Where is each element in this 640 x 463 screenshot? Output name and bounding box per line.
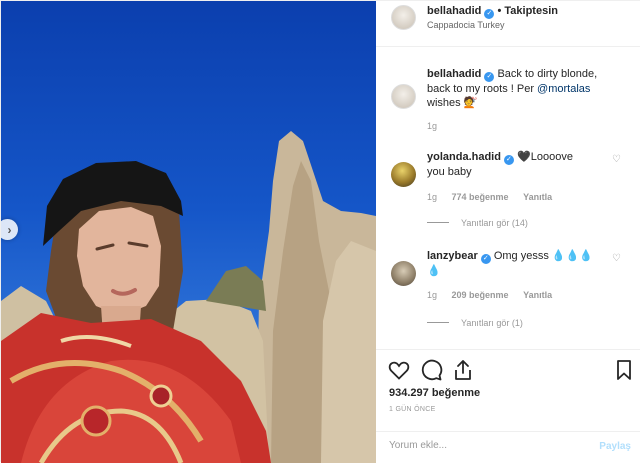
heart-icon[interactable] — [387, 358, 411, 382]
share-icon[interactable] — [451, 358, 475, 382]
comment-username[interactable]: yolanda.hadid — [427, 151, 501, 163]
next-arrow-icon: › — [7, 222, 12, 237]
comment-text-2: you baby — [427, 166, 472, 178]
caption-avatar[interactable] — [391, 84, 416, 109]
comment-meta: 1g 774 beğenme Yanıtla — [427, 192, 552, 202]
comment-input[interactable] — [389, 440, 589, 451]
comment-text-2: 💧 — [427, 265, 441, 277]
caption-mention-link[interactable]: @mortalas — [537, 83, 590, 95]
comment-likes[interactable]: 209 beğenme — [452, 290, 509, 300]
verified-badge-icon: ✓ — [484, 9, 495, 19]
comment-age: 1g — [427, 192, 438, 202]
comment-icon[interactable] — [419, 358, 443, 382]
header-separator: • — [497, 5, 502, 17]
caption-text-2: back to my roots ! Per — [427, 83, 534, 95]
side-panel: bellahadid ✓ • Takiptesin Cappadocia Turk… — [376, 1, 640, 463]
header-username[interactable]: bellahadid — [427, 5, 481, 17]
avatar[interactable] — [391, 5, 416, 30]
view-replies-label: Yanıtları gör (14) — [461, 218, 528, 228]
view-replies-button[interactable]: Yanıtları gör (1) — [427, 318, 523, 328]
post-comment-button[interactable]: Paylaş — [599, 441, 631, 452]
comment-text-1: 🖤Loooove — [517, 151, 573, 163]
comment-username[interactable]: lanzybear — [427, 250, 478, 262]
caption-username[interactable]: bellahadid — [427, 68, 481, 80]
comment-like-heart-icon[interactable]: ♡ — [612, 253, 621, 264]
verified-badge-icon: ✓ — [480, 254, 491, 264]
post-time: 1 GÜN ÖNCE — [389, 406, 436, 413]
post-container: › bellahadid ✓ • Takiptesin Cappadocia Tu… — [0, 0, 640, 463]
caption-text-3: wishes — [427, 97, 461, 109]
comment-like-heart-icon[interactable]: ♡ — [612, 154, 621, 165]
view-replies-button[interactable]: Yanıtları gör (14) — [427, 218, 528, 228]
reply-button[interactable]: Yanıtla — [523, 192, 552, 202]
comment-avatar[interactable] — [391, 261, 416, 286]
replies-line — [427, 222, 449, 223]
comment-item: lanzybear ✓ Omg yesss 💧💧💧 💧 — [427, 249, 607, 278]
comment-form: Paylaş — [376, 431, 640, 463]
caption-text-1: Back to dirty blonde, — [497, 68, 598, 80]
comment-item: yolanda.hadid ✓ 🖤Loooove you baby — [427, 150, 607, 179]
replies-line — [427, 322, 449, 323]
comment-meta: 1g 209 beğenme Yanıtla — [427, 290, 552, 300]
comment-likes[interactable]: 774 beğenme — [452, 192, 509, 202]
follow-status-button[interactable]: Takiptesin — [504, 5, 558, 17]
verified-badge-icon: ✓ — [503, 155, 514, 165]
caption-age: 1g — [427, 121, 438, 131]
header-user-row: bellahadid ✓ • Takiptesin — [427, 5, 558, 19]
caption: bellahadid ✓ Back to dirty blonde, back t… — [427, 67, 632, 110]
comment-text-1: Omg yesss 💧💧💧 — [493, 250, 593, 262]
bookmark-icon[interactable] — [612, 358, 636, 382]
photo-scene — [1, 131, 376, 463]
caption-emoji: 💇 — [463, 97, 478, 109]
view-replies-label: Yanıtları gör (1) — [461, 318, 523, 328]
verified-badge-icon: ✓ — [484, 72, 495, 82]
post-photo[interactable]: › — [1, 1, 376, 463]
comment-avatar[interactable] — [391, 162, 416, 187]
location-link[interactable]: Cappadocia Turkey — [427, 20, 505, 30]
post-header: bellahadid ✓ • Takiptesin Cappadocia Turk… — [376, 1, 640, 47]
reply-button[interactable]: Yanıtla — [523, 290, 552, 300]
comment-age: 1g — [427, 290, 438, 300]
likes-count[interactable]: 934.297 beğenme — [389, 387, 480, 399]
